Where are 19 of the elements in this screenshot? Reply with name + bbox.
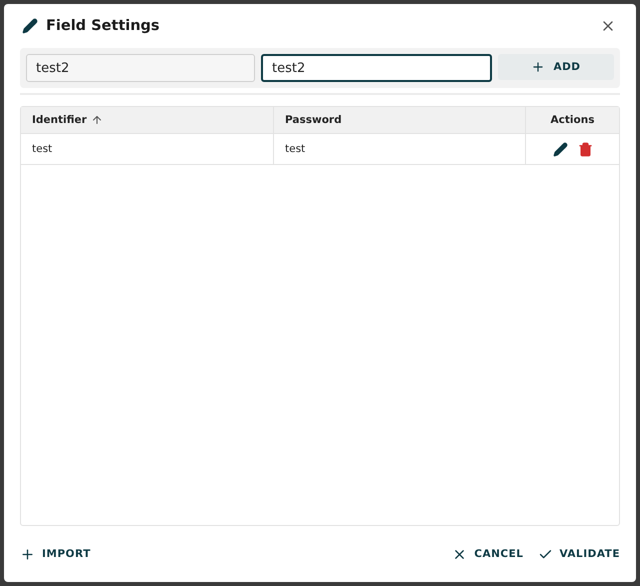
add-button[interactable]: ADD — [498, 54, 614, 80]
dialog-title: Field Settings — [46, 18, 161, 34]
column-header[interactable]: Password — [273, 107, 525, 134]
plus-icon — [20, 546, 35, 562]
pencil-icon — [22, 18, 38, 34]
plus-icon — [531, 60, 546, 74]
table-cell: test — [273, 134, 525, 165]
input-field[interactable]: test2 — [261, 54, 492, 82]
sort-arrow-icon — [90, 114, 103, 126]
column-header[interactable]: Actions — [525, 107, 619, 134]
trash-icon — [578, 142, 592, 156]
cancel-button[interactable]: CANCEL — [452, 542, 524, 566]
validate-button[interactable]: VALIDATE — [538, 542, 620, 566]
pencil-icon — [552, 142, 568, 156]
table-cell: test — [21, 134, 273, 165]
input-field[interactable]: test2 — [26, 54, 255, 82]
edit-button[interactable] — [550, 140, 570, 158]
import-button[interactable]: IMPORT — [20, 542, 91, 566]
column-header[interactable]: Identifier — [21, 107, 273, 134]
